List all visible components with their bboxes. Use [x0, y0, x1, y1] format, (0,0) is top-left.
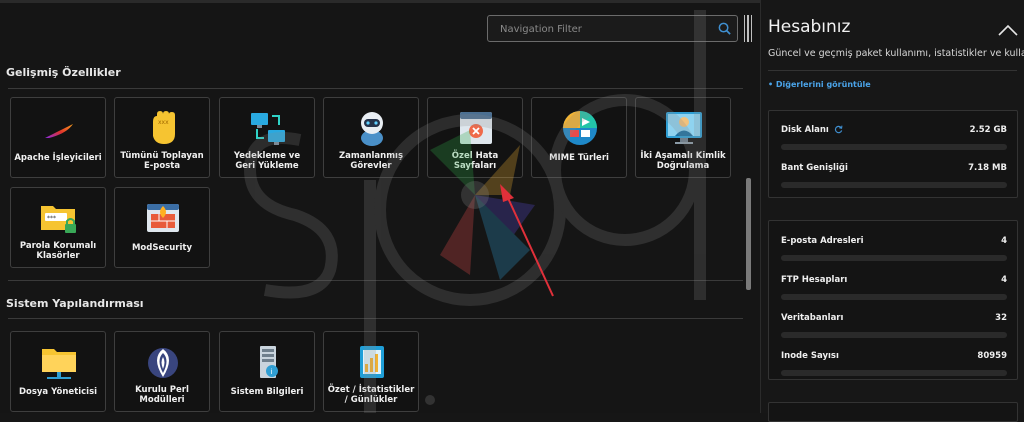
- tile-label: Özel Hata Sayfaları: [451, 151, 499, 171]
- scrollbar-thumb[interactable]: [746, 178, 751, 290]
- usage-bar: [781, 182, 1007, 188]
- tile-catch-all-email[interactable]: xxx Tümünü Toplayan E-posta: [114, 97, 210, 178]
- tile-label: MIME Türleri: [549, 153, 609, 163]
- stat-name: Bant Genişliği: [781, 163, 848, 173]
- tile-label: İki Aşamalı Kimlik Doğrulama: [640, 151, 726, 171]
- stat-email-accounts: E-posta Adresleri 4: [781, 236, 1007, 264]
- account-panel: Hesabınız Güncel ve geçmiş paket kullanı…: [760, 0, 1024, 422]
- stats-logs-icon: [360, 346, 384, 378]
- tile-label: Özet / İstatistikler / Günlükler: [327, 385, 415, 405]
- top-strip: [0, 0, 760, 3]
- tile-label: Zamanlanmış Görevler: [338, 151, 404, 171]
- tile-apache-handlers[interactable]: Apache İşleyicileri: [10, 97, 106, 178]
- two-factor-icon: [666, 112, 702, 144]
- search-icon[interactable]: [717, 21, 732, 36]
- section-divider: [8, 88, 743, 89]
- tile-label: Parola Korumalı Klasörler: [19, 241, 97, 261]
- stat-name: E-posta Adresleri: [781, 236, 864, 246]
- tile-password-protected-folders[interactable]: *** Parola Korumalı Klasörler: [10, 187, 106, 268]
- account-panel-title: Hesabınız: [768, 17, 851, 37]
- panel-splitter[interactable]: [744, 15, 752, 42]
- stat-name: FTP Hesapları: [781, 275, 848, 285]
- stat-inode-count: Inode Sayısı 80959: [781, 351, 1007, 379]
- tile-server-information[interactable]: i Sistem Bilgileri: [219, 331, 315, 412]
- apache-feather-icon: [45, 124, 73, 138]
- tile-label: ModSecurity: [131, 243, 193, 253]
- usage-box: Disk Alanı 2.52 GB Bant Genişliği 7.18 M…: [768, 110, 1018, 198]
- section-divider: [8, 280, 743, 281]
- stat-value: 2.52 GB: [969, 125, 1007, 135]
- svg-text:xxx: xxx: [158, 119, 169, 126]
- svg-text:i: i: [271, 368, 273, 376]
- tile-stats-logs[interactable]: Özet / İstatistikler / Günlükler: [323, 331, 419, 412]
- section-divider: [8, 318, 743, 319]
- firewall-icon: [147, 204, 179, 232]
- tile-perl-modules[interactable]: Kurulu Perl Modülleri: [114, 331, 210, 412]
- stat-name: Veritabanları: [781, 313, 844, 323]
- stat-name: Disk Alanı: [781, 125, 843, 135]
- navigation-filter[interactable]: [487, 15, 738, 42]
- stat-value: 32: [995, 313, 1007, 323]
- perl-onion-icon: [148, 348, 178, 378]
- catch-all-hand-icon: xxx: [153, 111, 175, 144]
- usage-bar: [781, 294, 1007, 300]
- tile-label: Kurulu Perl Modülleri: [135, 385, 189, 405]
- chevron-up-icon[interactable]: [997, 24, 1019, 36]
- panel-divider: [768, 70, 1017, 71]
- section-title-advanced: Gelişmiş Özellikler: [6, 66, 121, 79]
- navigation-filter-input[interactable]: [498, 20, 717, 39]
- tile-label: Apache İşleyicileri: [14, 153, 102, 163]
- mime-types-icon: [563, 111, 597, 145]
- tile-backup-restore[interactable]: Yedekleme ve Geri Yükleme: [219, 97, 315, 178]
- tile-cron-jobs[interactable]: Zamanlanmış Görevler: [323, 97, 419, 178]
- tile-label: Sistem Bilgileri: [230, 387, 304, 397]
- tile-two-factor-auth[interactable]: İki Aşamalı Kimlik Doğrulama: [635, 97, 731, 178]
- stat-disk-space: Disk Alanı 2.52 GB: [781, 125, 1007, 153]
- tile-label: Dosya Yöneticisi: [18, 387, 98, 397]
- main-content: Gelişmiş Özellikler Apache İşleyicileri …: [0, 0, 760, 413]
- usage-bar: [781, 332, 1007, 338]
- svg-text:***: ***: [47, 215, 56, 222]
- stat-bandwidth: Bant Genişliği 7.18 MB: [781, 163, 1007, 191]
- stat-value: 7.18 MB: [968, 163, 1007, 173]
- server-info-icon: i: [260, 346, 278, 378]
- stat-value: 80959: [977, 351, 1007, 361]
- tile-file-manager[interactable]: Dosya Yöneticisi: [10, 331, 106, 412]
- locked-folder-icon: ***: [41, 206, 76, 233]
- stat-value: 4: [1001, 236, 1007, 246]
- stat-name: Inode Sayısı: [781, 351, 839, 361]
- usage-bar: [781, 370, 1007, 376]
- tile-modsecurity[interactable]: ModSecurity: [114, 187, 210, 268]
- tile-label: Yedekleme ve Geri Yükleme: [233, 151, 301, 171]
- tile-mime-types[interactable]: MIME Türleri: [531, 97, 627, 178]
- error-page-icon: [460, 112, 492, 144]
- panel-box: [768, 402, 1018, 422]
- tile-label: Tümünü Toplayan E-posta: [120, 151, 204, 171]
- usage-bar: [781, 144, 1007, 150]
- section-title-system: Sistem Yapılandırması: [6, 297, 144, 310]
- account-panel-description: Güncel ve geçmiş paket kullanımı, istati…: [768, 48, 1024, 59]
- stat-ftp-accounts: FTP Hesapları 4: [781, 275, 1007, 303]
- file-manager-icon: [42, 349, 76, 379]
- usage-bar: [781, 255, 1007, 261]
- stat-value: 4: [1001, 275, 1007, 285]
- stat-databases: Veritabanları 32: [781, 313, 1007, 341]
- refresh-icon[interactable]: [834, 125, 843, 134]
- backup-computers-icon: [251, 113, 285, 145]
- counts-box: E-posta Adresleri 4 FTP Hesapları 4 Veri…: [768, 220, 1018, 380]
- tile-error-pages[interactable]: Özel Hata Sayfaları: [427, 97, 523, 178]
- robot-icon: [361, 112, 383, 146]
- view-more-link[interactable]: • Diğerlerini görüntüle: [768, 80, 871, 89]
